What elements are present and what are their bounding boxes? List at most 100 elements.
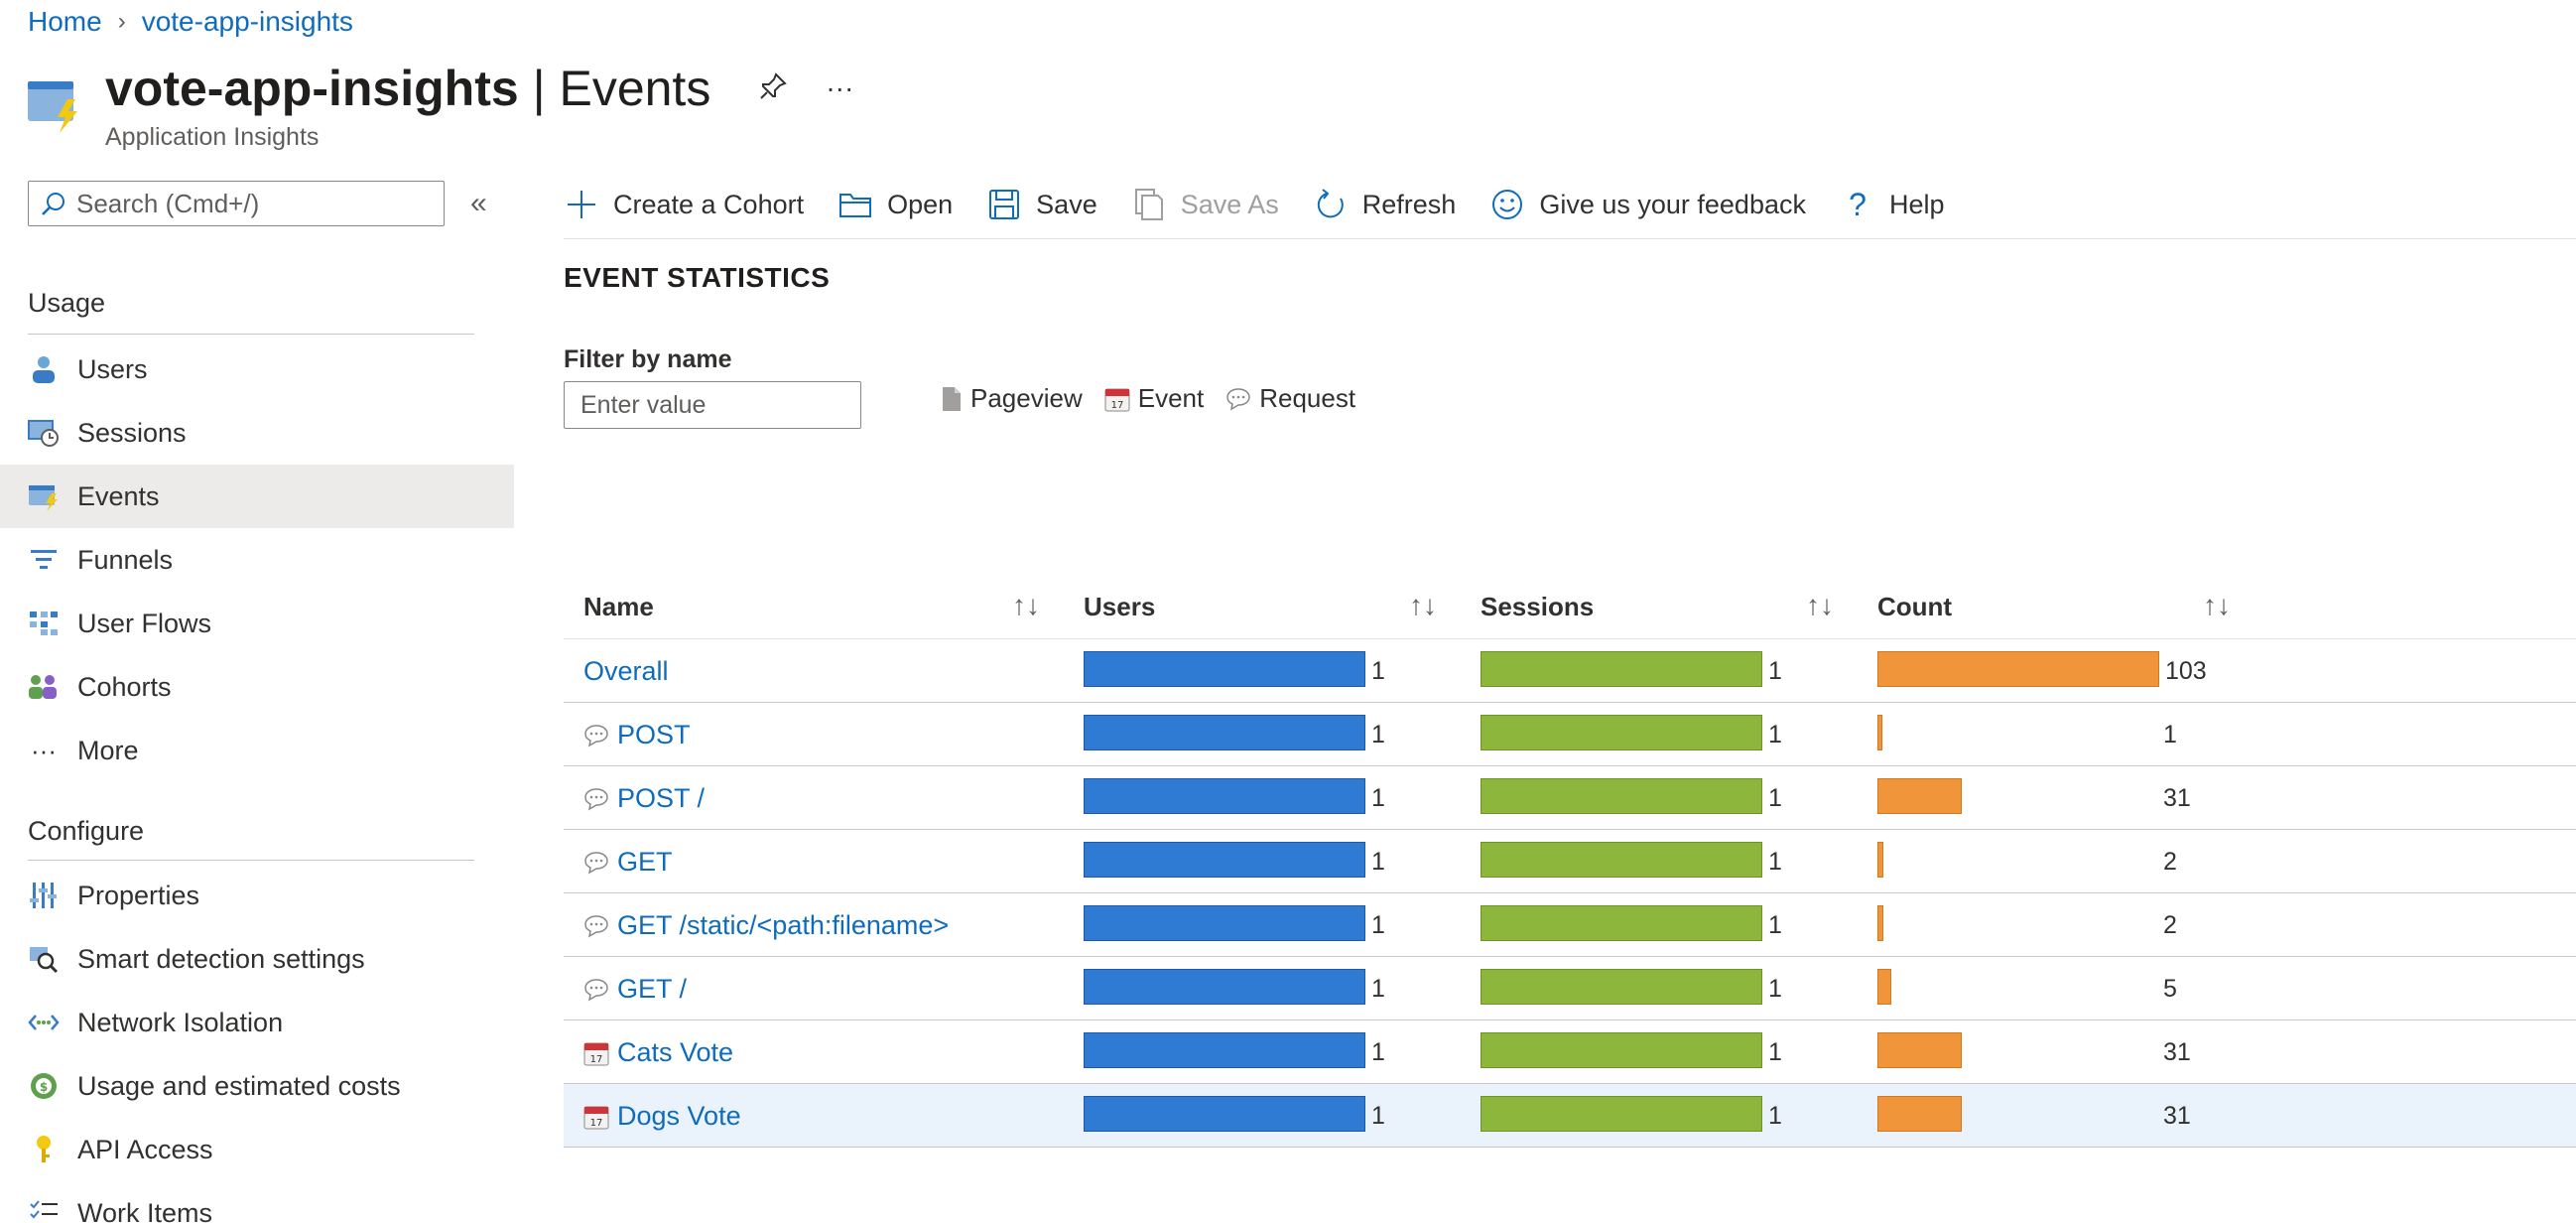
event-name-label: Cats Vote (617, 1037, 734, 1067)
smart-detection-icon (28, 943, 60, 975)
count-bar (1877, 969, 1891, 1005)
sessions-bar (1481, 842, 1762, 878)
sidebar-item-users[interactable]: Users (0, 338, 514, 401)
speech-bubble-icon (584, 787, 608, 810)
sidebar-item-usage-costs[interactable]: $ Usage and estimated costs (0, 1054, 514, 1118)
collapse-sidebar-icon[interactable]: « (470, 187, 487, 220)
sidebar-item-label: Smart detection settings (77, 943, 365, 974)
table-row[interactable]: 17 Cats Vote 1 1 31 (564, 1020, 2576, 1084)
breadcrumb-separator: › (117, 8, 126, 35)
save-icon (986, 187, 1022, 222)
table-row[interactable]: 17 Dogs Vote 1 1 31 (564, 1084, 2576, 1148)
save-button[interactable]: Save (986, 187, 1097, 222)
breadcrumb-resource-link[interactable]: vote-app-insights (142, 6, 353, 38)
sidebar-search[interactable] (28, 181, 445, 226)
cohorts-icon (28, 671, 60, 703)
sidebar-item-smart-detection[interactable]: Smart detection settings (0, 927, 514, 991)
count-bar (1877, 905, 1883, 941)
breadcrumb-home-link[interactable]: Home (28, 6, 102, 38)
calendar-icon: 17 (583, 1042, 609, 1065)
sort-icon[interactable]: ↑↓ (1409, 590, 1437, 621)
event-name-label: GET / (617, 974, 688, 1004)
sidebar-item-network-isolation[interactable]: Network Isolation (0, 991, 514, 1054)
table-row[interactable]: POST / 1 1 31 (564, 766, 2576, 830)
event-name-link[interactable]: POST / (583, 783, 705, 814)
sidebar-item-cohorts[interactable]: Cohorts (0, 655, 514, 719)
sort-icon[interactable]: ↑↓ (2203, 590, 2231, 621)
legend-event: 17 Event (1104, 383, 1204, 414)
filter-name-input[interactable] (564, 381, 861, 429)
pin-icon[interactable] (758, 71, 788, 106)
sessions-value: 1 (1768, 911, 1782, 939)
count-bar (1877, 1032, 1962, 1068)
sidebar-item-more[interactable]: ··· More (0, 719, 514, 782)
type-legend: Pageview 17 Event Request (941, 383, 1377, 414)
column-header-users[interactable]: Users (1084, 592, 1155, 622)
help-button[interactable]: ? Help (1840, 187, 1944, 222)
sidebar-item-events[interactable]: Events (0, 465, 514, 528)
table-row[interactable]: Overall 1 1 103 (564, 639, 2576, 703)
sort-icon[interactable]: ↑↓ (1012, 590, 1040, 621)
users-value: 1 (1371, 975, 1385, 1003)
user-flows-icon (28, 608, 60, 639)
event-name-link[interactable]: 17 Dogs Vote (583, 1101, 741, 1132)
section-divider (28, 334, 474, 335)
sort-icon[interactable]: ↑↓ (1806, 590, 1834, 621)
count-bar (1877, 1096, 1962, 1132)
feedback-button[interactable]: Give us your feedback (1489, 187, 1806, 222)
sidebar-item-api-access[interactable]: API Access (0, 1118, 514, 1181)
sessions-value: 1 (1768, 1102, 1782, 1130)
more-options-icon[interactable]: ··· (826, 72, 853, 104)
sessions-bar (1481, 715, 1762, 750)
usage-costs-icon: $ (28, 1070, 60, 1102)
create-cohort-button[interactable]: Create a Cohort (564, 187, 804, 222)
key-icon (28, 1134, 60, 1165)
search-icon (42, 193, 64, 215)
count-value: 5 (2163, 975, 2177, 1003)
table-row[interactable]: GET / 1 1 5 (564, 957, 2576, 1020)
calendar-icon: 17 (1104, 388, 1130, 411)
event-name-link[interactable]: 17 Cats Vote (583, 1037, 733, 1068)
sidebar-item-work-items[interactable]: Work Items (0, 1181, 514, 1223)
sidebar-item-label: API Access (77, 1134, 213, 1164)
users-icon (28, 353, 60, 385)
column-header-name[interactable]: Name (583, 592, 654, 622)
count-value: 31 (2163, 1038, 2191, 1066)
count-value: 31 (2163, 1102, 2191, 1130)
sidebar-search-input[interactable] (76, 188, 414, 219)
refresh-button[interactable]: Refresh (1313, 187, 1456, 222)
sidebar-item-label: Sessions (77, 417, 187, 448)
save-as-button[interactable]: Save As (1131, 187, 1279, 222)
sidebar-item-properties[interactable]: Properties (0, 864, 514, 927)
column-header-count[interactable]: Count (1877, 592, 1952, 622)
users-value: 1 (1371, 1038, 1385, 1066)
sidebar-item-label: Funnels (77, 544, 174, 575)
speech-bubble-icon (584, 851, 608, 874)
event-name-label: POST / (617, 783, 706, 813)
open-button[interactable]: Open (837, 187, 953, 222)
table-row[interactable]: POST 1 1 1 (564, 703, 2576, 766)
event-name-link[interactable]: GET (583, 847, 673, 878)
sessions-icon (28, 417, 60, 449)
sessions-value: 1 (1768, 975, 1782, 1003)
users-value: 1 (1371, 721, 1385, 748)
event-name-link[interactable]: POST (583, 720, 691, 750)
table-header: Name ↑↓ Users ↑↓ Sessions ↑↓ Count ↑↓ (564, 576, 2576, 639)
event-statistics-table: Name ↑↓ Users ↑↓ Sessions ↑↓ Count ↑↓ Ov… (564, 576, 2576, 1148)
speech-bubble-icon (1226, 387, 1250, 410)
sidebar-item-funnels[interactable]: Funnels (0, 528, 514, 592)
command-bar: Create a Cohort Open Save Save As Refres… (564, 179, 1979, 230)
users-value: 1 (1371, 784, 1385, 812)
event-name-label: GET (617, 847, 673, 877)
users-bar (1084, 715, 1365, 750)
sidebar-item-user-flows[interactable]: User Flows (0, 592, 514, 655)
sidebar-item-sessions[interactable]: Sessions (0, 401, 514, 465)
table-row[interactable]: GET /static/<path:filename> 1 1 2 (564, 893, 2576, 957)
count-bar (1877, 842, 1883, 878)
users-bar (1084, 905, 1365, 941)
event-name-link[interactable]: GET /static/<path:filename> (583, 910, 949, 941)
column-header-sessions[interactable]: Sessions (1481, 592, 1594, 622)
table-row[interactable]: GET 1 1 2 (564, 830, 2576, 893)
event-name-link[interactable]: GET / (583, 974, 687, 1005)
event-name-link[interactable]: Overall (583, 656, 669, 687)
